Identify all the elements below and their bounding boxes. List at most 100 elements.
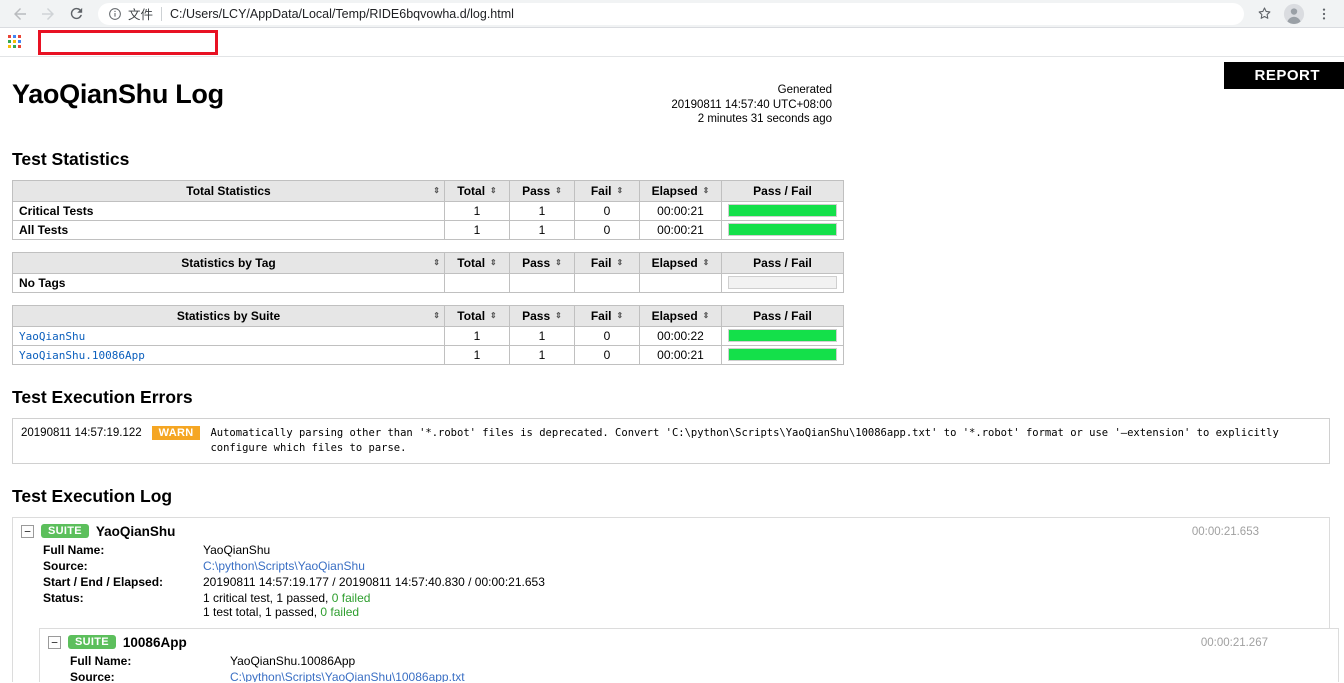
pass-fail-bar	[728, 276, 837, 289]
generated-label: Generated	[777, 84, 832, 96]
source-label: Source:	[43, 558, 88, 573]
cell-passfail-bar	[721, 325, 844, 346]
cell-elapsed: 00:00:21	[639, 200, 722, 221]
cell-total: 1	[444, 200, 510, 221]
sort-arrow-icon[interactable]: ⇕	[555, 311, 562, 320]
sort-arrow-icon[interactable]: ⇕	[490, 186, 497, 195]
suite-header[interactable]: − SUITE 10086App	[48, 635, 1330, 650]
sort-arrow-icon[interactable]: ⇕	[703, 258, 710, 267]
sort-arrow-icon[interactable]: ⇕	[616, 311, 623, 320]
suite-name: YaoQianShu	[95, 523, 176, 539]
test-statistics-heading: Test Statistics	[12, 148, 130, 169]
column-header-name[interactable]: Total Statistics ⇕	[12, 179, 445, 202]
column-header-fail[interactable]: Fail ⇕	[574, 251, 640, 274]
column-header-elapsed[interactable]: Elapsed ⇕	[639, 304, 722, 327]
meta-row: Source: C:\python\Scripts\YaoQianShu	[43, 558, 545, 574]
status-lines: 1 critical test, 1 passed, 0 failed 1 tes…	[203, 591, 545, 619]
omnibox-divider	[161, 6, 163, 21]
column-header-name[interactable]: Statistics by Suite ⇕	[12, 304, 445, 327]
url-text[interactable]: C:/Users/LCY/AppData/Local/Temp/RIDE6bqv…	[170, 7, 514, 21]
column-header-label: Elapsed	[651, 255, 698, 270]
column-header-fail[interactable]: Fail ⇕	[574, 304, 640, 327]
meta-row: Start / End / Elapsed: 20190811 14:57:19.…	[43, 574, 545, 590]
status-total-failed: 0 failed	[320, 604, 360, 619]
suite-header[interactable]: − SUITE YaoQianShu	[21, 524, 1321, 539]
status-total-passed: 1 test total, 1 passed,	[203, 604, 321, 619]
start-end-elapsed-label: Start / End / Elapsed:	[43, 574, 164, 589]
statistics-tables: Total Statistics ⇕ Total ⇕ Pass ⇕ Fail ⇕ Elapsed…	[12, 179, 1332, 365]
column-header-elapsed[interactable]: Elapsed ⇕	[639, 251, 722, 274]
cell-passfail-bar	[721, 219, 844, 240]
collapse-toggle-icon[interactable]: −	[48, 635, 61, 649]
suite-stat-link[interactable]: YaoQianShu.10086App	[19, 349, 145, 362]
column-header-total[interactable]: Total ⇕	[444, 304, 510, 327]
sort-arrow-icon[interactable]: ⇕	[555, 186, 562, 195]
address-bar[interactable]: 文件 C:/Users/LCY/AppData/Local/Temp/RIDE6…	[98, 2, 1244, 25]
back-button[interactable]	[6, 0, 34, 28]
column-header-total[interactable]: Total ⇕	[444, 251, 510, 274]
stats-table: Total Statistics ⇕ Total ⇕ Pass ⇕ Fail ⇕ Elapsed…	[12, 179, 844, 240]
column-header-label: Statistics by Suite	[176, 308, 281, 323]
sort-arrow-icon[interactable]: ⇕	[616, 258, 623, 267]
sort-arrow-icon[interactable]: ⇕	[555, 258, 562, 267]
info-circle-icon	[108, 7, 122, 21]
suite-block-root: − SUITE YaoQianShu 00:00:21.653 Full Name: Ya…	[12, 516, 1339, 683]
log-report-page: REPORT YaoQianShu Log Generated 20190811…	[0, 57, 1344, 682]
cell-passfail-bar	[721, 272, 844, 293]
column-header-passfail: Pass / Fail	[721, 304, 844, 327]
column-header-label: Pass	[522, 308, 551, 323]
column-header-name[interactable]: Statistics by Tag ⇕	[12, 251, 445, 274]
chrome-menu-button[interactable]	[1310, 0, 1338, 28]
cell-pass: 1	[509, 200, 575, 221]
column-header-pass[interactable]: Pass ⇕	[509, 251, 575, 274]
sort-arrow-icon[interactable]: ⇕	[490, 311, 497, 320]
start-end-elapsed-value: 20190811 14:57:19.177 / 20190811 14:57:4…	[203, 574, 545, 589]
error-level-badge: WARN	[151, 425, 201, 440]
column-header-pass[interactable]: Pass ⇕	[509, 179, 575, 202]
column-header-fail[interactable]: Fail ⇕	[574, 179, 640, 202]
pass-segment	[729, 205, 836, 216]
report-link-button[interactable]: REPORT	[1224, 62, 1344, 89]
row-name-cell: YaoQianShu.10086App	[12, 344, 445, 365]
column-header-label: Total	[457, 255, 486, 270]
profile-button[interactable]	[1280, 0, 1308, 28]
forward-button[interactable]	[34, 0, 62, 28]
bookmark-star-button[interactable]	[1250, 0, 1278, 28]
source-path-link[interactable]: C:\python\Scripts\YaoQianShu\10086app.tx…	[230, 670, 465, 683]
sort-arrow-icon[interactable]: ⇕	[433, 258, 440, 267]
suite-elapsed-time: 00:00:21.267	[1200, 636, 1268, 649]
collapse-toggle-icon[interactable]: −	[21, 524, 34, 538]
column-header-label: Elapsed	[651, 308, 698, 323]
sort-arrow-icon[interactable]: ⇕	[490, 258, 497, 267]
suite-stat-link[interactable]: YaoQianShu	[19, 330, 85, 343]
test-execution-errors-heading: Test Execution Errors	[12, 386, 193, 407]
table-row: All Tests 1 1 0 00:00:21	[12, 219, 844, 240]
column-header-label: Total Statistics	[186, 183, 271, 198]
toolbar-actions	[1250, 0, 1338, 28]
meta-row: Full Name: YaoQianShu.10086App	[70, 653, 465, 669]
column-header-total[interactable]: Total ⇕	[444, 179, 510, 202]
bookmarks-bar	[0, 28, 1344, 57]
source-path-link[interactable]: C:\python\Scripts\YaoQianShu	[203, 559, 365, 573]
page-title: YaoQianShu Log	[12, 79, 224, 109]
reload-button[interactable]	[62, 0, 90, 28]
sort-arrow-icon[interactable]: ⇕	[616, 186, 623, 195]
column-header-elapsed[interactable]: Elapsed ⇕	[639, 179, 722, 202]
cell-fail: 0	[574, 325, 640, 346]
meta-row: Full Name: YaoQianShu	[43, 542, 545, 558]
table-row: No Tags	[12, 272, 844, 293]
profile-avatar-icon	[1283, 3, 1305, 24]
cell-elapsed: 00:00:21	[639, 219, 722, 240]
google-apps-grid-icon[interactable]	[8, 35, 22, 49]
sort-arrow-icon[interactable]: ⇕	[703, 311, 710, 320]
sort-arrow-icon[interactable]: ⇕	[433, 186, 440, 195]
sort-arrow-icon[interactable]: ⇕	[433, 311, 440, 320]
forward-arrow-icon	[42, 7, 54, 20]
cell-pass: 1	[509, 219, 575, 240]
cell-elapsed	[639, 272, 722, 293]
sort-arrow-icon[interactable]: ⇕	[703, 186, 710, 195]
column-header-label: Elapsed	[651, 183, 698, 198]
row-name-cell: All Tests	[12, 219, 445, 240]
column-header-pass[interactable]: Pass ⇕	[509, 304, 575, 327]
cell-total: 1	[444, 344, 510, 365]
